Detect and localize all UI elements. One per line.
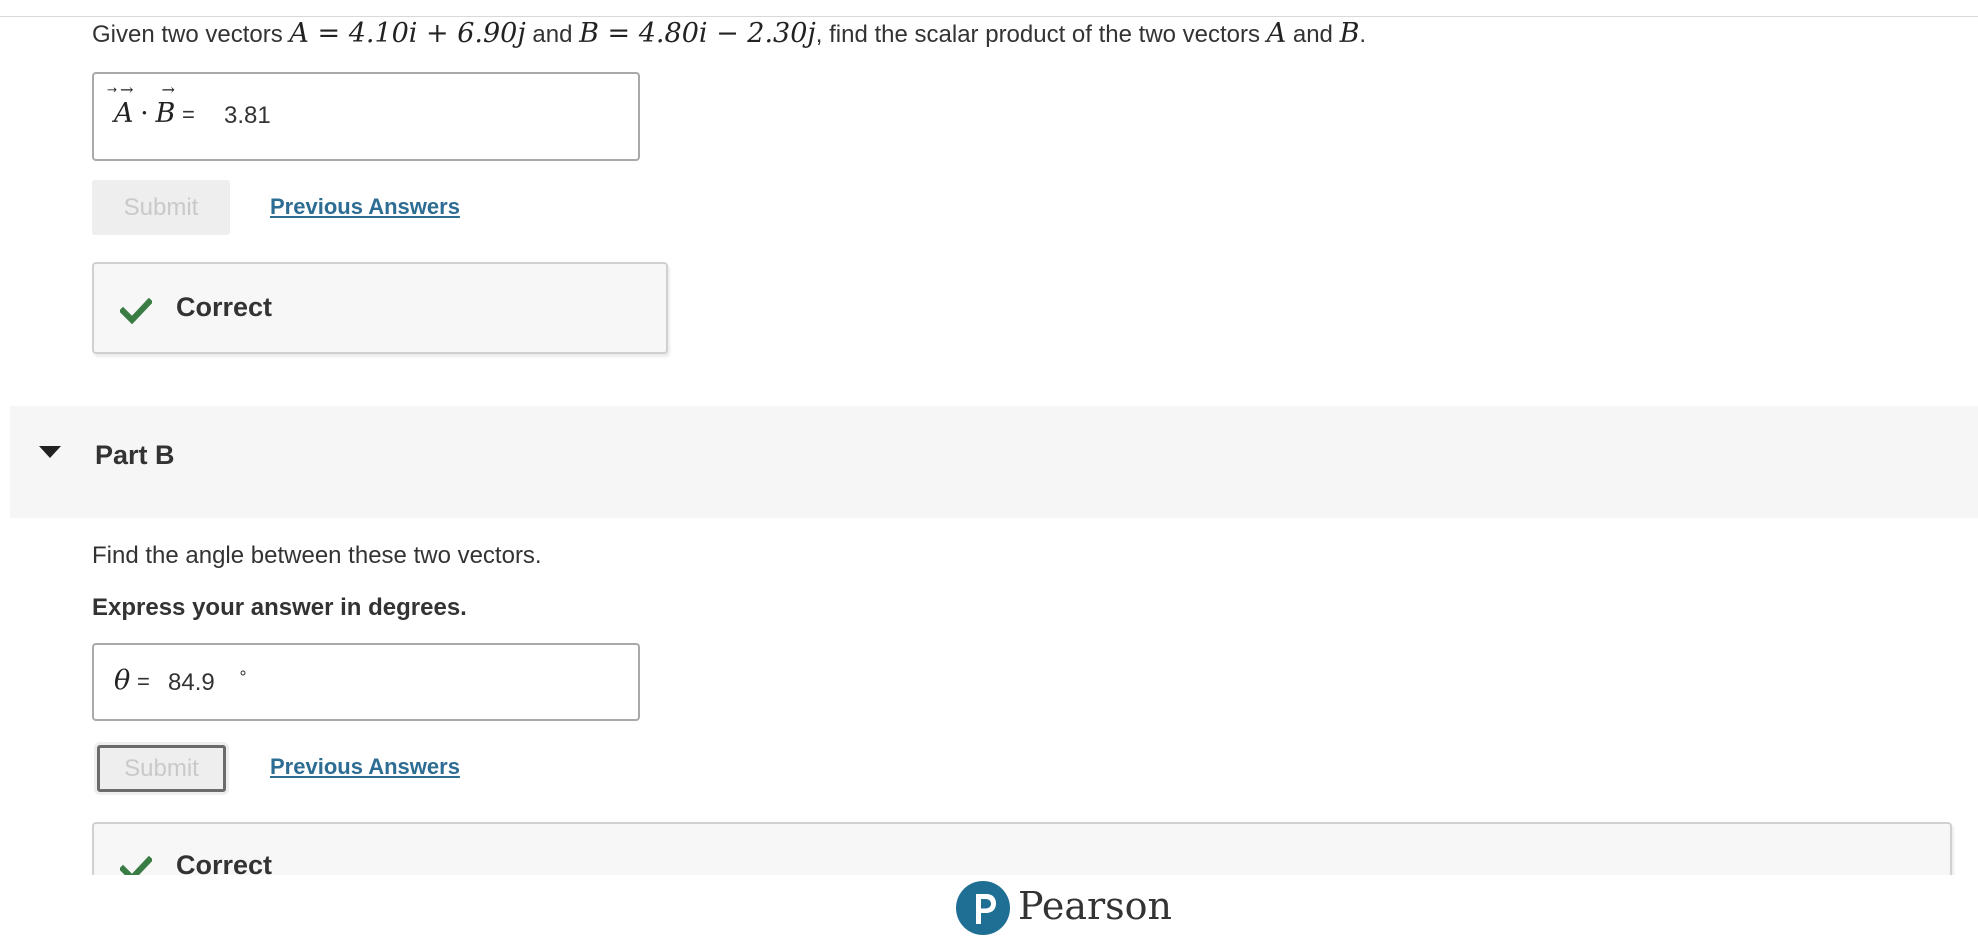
vector-b-symbol: B: [1339, 18, 1360, 49]
part-a-feedback: Correct: [92, 262, 668, 354]
part-b-instruction: Express your answer in degrees.: [92, 594, 467, 621]
previous-answers-link[interactable]: Previous Answers: [270, 754, 460, 780]
question-text: and: [525, 21, 580, 48]
vector-b-expression: B = 4.80i − 2.30j: [579, 18, 816, 49]
arrow-icon: →: [120, 80, 134, 99]
dot-product-label: ⃗→A · →B =: [114, 80, 195, 129]
arrow-icon: →: [161, 80, 175, 99]
checkmark-icon: [120, 298, 152, 324]
answer-value: 84.9: [168, 669, 215, 696]
answer-value: 3.81: [224, 102, 271, 129]
part-b-prompt: Find the angle between these two vectors…: [92, 542, 542, 569]
submit-button[interactable]: Submit: [97, 745, 226, 792]
theta-label: θ =: [114, 665, 150, 696]
pearson-brand-text: Pearson: [1018, 884, 1173, 928]
question-text: Given two vectors: [92, 21, 290, 48]
part-b-header[interactable]: Part B: [10, 406, 1978, 518]
vector-a-expression: A = 4.10i + 6.90j: [289, 18, 526, 49]
degree-unit: ∘: [238, 665, 249, 682]
part-a-answer-field[interactable]: ⃗→A · →B = 3.81: [92, 72, 640, 161]
part-b-answer-field[interactable]: θ = 84.9 ∘: [92, 643, 640, 721]
question-text: and: [1286, 21, 1340, 48]
pearson-logo-icon: [956, 881, 1010, 935]
part-a-question: Given two vectors A = 4.10i + 6.90j and …: [92, 14, 1366, 55]
submit-button[interactable]: Submit: [92, 180, 230, 235]
question-text: .: [1359, 21, 1367, 48]
vector-a-symbol: A: [1266, 18, 1287, 49]
feedback-text: Correct: [176, 292, 273, 322]
previous-answers-link[interactable]: Previous Answers: [270, 194, 460, 220]
caret-down-icon[interactable]: [38, 444, 62, 460]
part-title: Part B: [95, 440, 175, 470]
question-text: , find the scalar product of the two vec…: [815, 21, 1267, 48]
